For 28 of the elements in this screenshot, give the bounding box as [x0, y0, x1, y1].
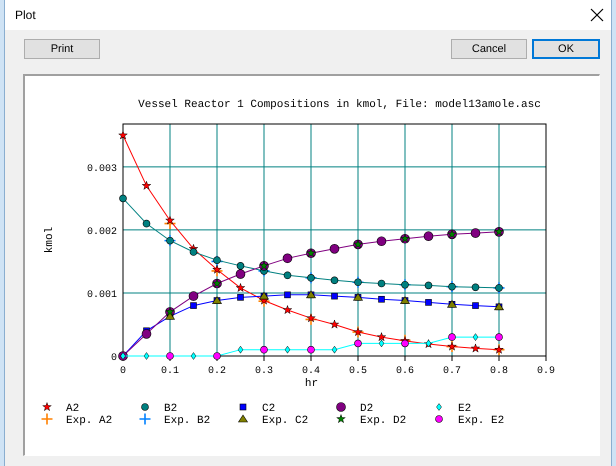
y-tick-label: 0.003 — [86, 164, 117, 175]
x-tick-label: 0.7 — [443, 366, 461, 377]
legend-label: E2 — [458, 403, 472, 415]
x-tick-label: 0.8 — [490, 366, 508, 377]
y-axis-label: kmol — [44, 226, 56, 254]
legend-label: Exp. B2 — [164, 415, 210, 427]
y-tick-label: 0.002 — [86, 226, 117, 238]
x-tick-label: 0.1 — [161, 366, 179, 377]
x-tick-label: 0 — [120, 366, 126, 377]
x-tick-label: 0.5 — [349, 366, 367, 377]
legend-label: Exp. A2 — [66, 415, 112, 427]
y-tick-label: 0 — [110, 353, 117, 364]
x-axis-label: hr — [304, 378, 318, 390]
chart-title: Vessel Reactor 1 Compositions in kmol, File: model13amole.asc — [138, 99, 541, 111]
window-title: Plot — [15, 8, 36, 22]
x-tick-label: 0.9 — [537, 366, 555, 377]
x-tick-label: 0.4 — [302, 366, 320, 377]
legend-label: B2 — [164, 403, 178, 415]
legend-label: Exp. E2 — [458, 415, 504, 427]
x-tick-label: 0.2 — [208, 366, 226, 377]
x-tick-label: 0.6 — [396, 366, 414, 377]
legend-label: C2 — [262, 403, 276, 415]
legend-label: D2 — [360, 403, 374, 415]
y-tick-label: 0.001 — [86, 290, 117, 301]
x-tick-label: 0.3 — [255, 366, 273, 377]
legend-label: A2 — [66, 403, 80, 415]
legend-label: Exp. D2 — [360, 415, 406, 427]
legend-label: Exp. C2 — [262, 415, 308, 427]
